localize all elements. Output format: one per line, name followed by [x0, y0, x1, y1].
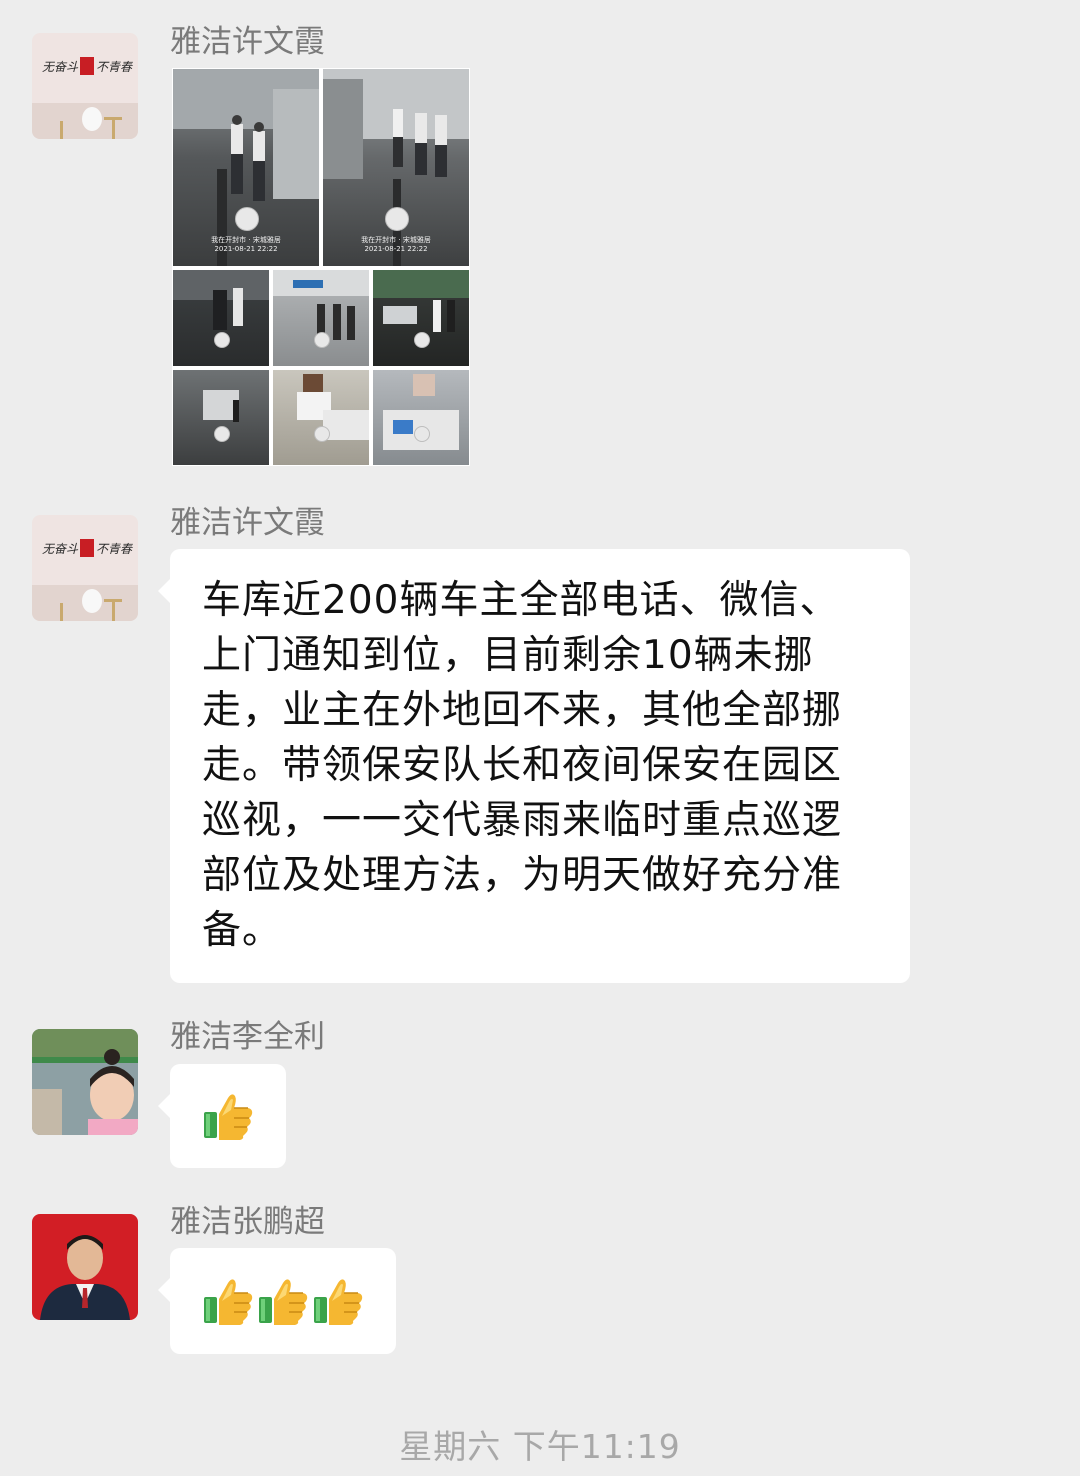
photo-2[interactable]: 我在开封市 · 宋城雅居 2021-08-21 22:22 — [323, 69, 469, 266]
photo-7[interactable] — [273, 370, 369, 465]
sender-name: 雅洁张鹏超 — [170, 1204, 325, 1240]
photo-4[interactable] — [273, 270, 369, 366]
photo-2-date: 2021-08-21 22:22 — [364, 245, 428, 253]
photo-5[interactable] — [373, 270, 469, 366]
avatar-li-quanli[interactable] — [32, 1029, 138, 1135]
svg-text:无奋斗: 无奋斗 — [42, 60, 79, 74]
photo-1-date: 2021-08-21 22:22 — [214, 245, 278, 253]
location-marker-icon — [214, 426, 230, 442]
avatar-image — [32, 1214, 138, 1320]
thumbs-up-icon — [204, 1279, 253, 1325]
location-marker-icon — [314, 426, 330, 442]
location-marker-icon — [385, 207, 409, 231]
svg-text:无奋斗: 无奋斗 — [42, 542, 79, 556]
timestamp: 星期六 下午11:19 — [399, 1427, 681, 1466]
location-marker-icon — [414, 332, 430, 348]
text-bubble[interactable]: 车库近200辆车主全部电话、微信、上门通知到位，目前剩余10辆未挪走，业主在外地… — [158, 549, 910, 983]
svg-text:不青春: 不青春 — [96, 60, 133, 74]
emoji-bubble[interactable] — [158, 1248, 396, 1354]
sender-name: 雅洁许文霞 — [170, 505, 325, 541]
sender-name: 雅洁许文霞 — [170, 24, 325, 60]
photo-6[interactable] — [173, 370, 269, 465]
photo-6-image — [203, 390, 239, 422]
thumbs-up-icon — [259, 1279, 308, 1325]
photo-5-image — [373, 270, 469, 332]
thumbs-up-icon — [204, 1094, 253, 1140]
thumbs-up-icon — [314, 1279, 363, 1325]
message-text: 车库近200辆车主全部电话、微信、上门通知到位，目前剩余10辆未挪走，业主在外地… — [202, 578, 843, 953]
photo-4-image — [273, 270, 369, 340]
photo-1-caption: 我在开封市 · 宋城雅居 — [211, 236, 281, 244]
avatar-image — [32, 1029, 138, 1135]
photo-3-image — [173, 270, 269, 330]
emoji-row — [202, 1275, 364, 1327]
avatar-image: 无奋斗 不青春 — [32, 33, 138, 139]
photo-3[interactable] — [173, 270, 269, 366]
emoji-bubble[interactable] — [158, 1064, 286, 1168]
sender-name: 雅洁李全利 — [170, 1019, 325, 1055]
photo-8-image — [383, 374, 459, 450]
location-marker-icon — [214, 332, 230, 348]
photo-8[interactable] — [373, 370, 469, 465]
avatar-zhang-pengchao[interactable] — [32, 1214, 138, 1320]
emoji-row — [202, 1090, 254, 1142]
avatar-xu-wenxia[interactable]: 无奋斗 不青春 — [32, 515, 138, 621]
location-marker-icon — [314, 332, 330, 348]
photo-1[interactable]: 我在开封市 · 宋城雅居 2021-08-21 22:22 — [173, 69, 319, 266]
location-marker-icon — [235, 207, 259, 231]
avatar-image: 无奋斗 不青春 — [32, 515, 138, 621]
svg-text:不青春: 不青春 — [96, 542, 133, 556]
photo-7-image — [297, 374, 369, 440]
photo-2-caption: 我在开封市 · 宋城雅居 — [361, 236, 431, 244]
photo-collage[interactable]: 我在开封市 · 宋城雅居 2021-08-21 22:22 我在开封市 · 宋城… — [172, 68, 470, 466]
location-marker-icon — [414, 426, 430, 442]
avatar-xu-wenxia[interactable]: 无奋斗 不青春 — [32, 33, 138, 139]
